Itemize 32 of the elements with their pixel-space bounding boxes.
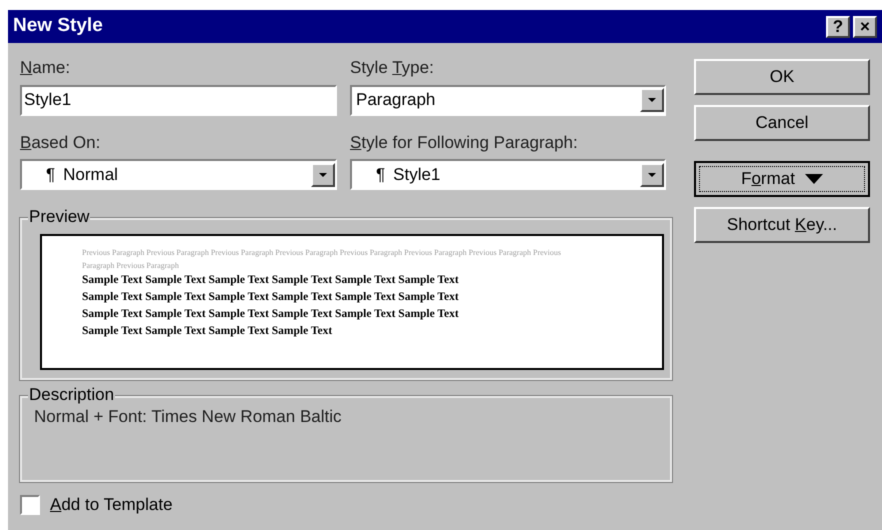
checkbox[interactable] [20, 494, 40, 515]
name-input-field[interactable]: Style1 [20, 84, 337, 116]
caret-icon [647, 172, 657, 178]
add-to-template-checkbox[interactable]: Add to Template [20, 492, 672, 518]
field-label: Style Type: [350, 57, 435, 79]
dropdown-button[interactable] [311, 162, 335, 186]
window-title: New Style [13, 14, 104, 38]
sample-text: Sample Text Sample Text Sample Text Sample Text Sample Text Sample Text Sample Text Sample Text Sample Text Sample Text Sample Text Sample Text Sample Text Sample Text Sample Text Sample Text Sample Text Sample Text Sample Text Sample Text Sample Text Sample Text [82, 273, 460, 339]
dialog-button[interactable]: Format [694, 161, 870, 197]
close-button[interactable]: × [853, 16, 877, 38]
caret-icon [318, 172, 328, 178]
help-button[interactable]: ? [826, 16, 850, 38]
field-value: ¶ Normal [45, 164, 119, 186]
description-text: Normal + Font: Times New Roman Baltic [34, 406, 343, 428]
previous-paragraph-text: Previous Paragraph Previous Paragraph Previous Paragraph Previous Paragraph Previous Paragraph Previous Paragraph Previous Paragraph Previous Paragraph Previous Paragraph [82, 247, 562, 272]
caret-icon [647, 97, 657, 103]
dropdown-button[interactable] [640, 162, 664, 186]
dropdown-field[interactable]: Paragraph [350, 84, 666, 116]
field-value: Paragraph [356, 89, 436, 112]
dropdown-field[interactable]: ¶ Normal [20, 159, 337, 190]
field-label: Style for Following Paragraph: [350, 132, 579, 154]
dropdown-field[interactable]: ¶ Style1 [350, 159, 666, 190]
caret-icon [804, 174, 823, 184]
field-label: Based On: [20, 132, 102, 154]
field-value: ¶ Style1 [375, 164, 442, 186]
dialog-button[interactable]: Shortcut Key... [694, 207, 870, 243]
dialog-button[interactable]: Cancel [694, 105, 870, 141]
checkbox-label: Add to Template [50, 494, 173, 516]
field-label: Name: [20, 57, 72, 79]
dropdown-button[interactable] [640, 88, 664, 112]
dialog-button[interactable]: OK [694, 59, 870, 95]
group-title: Description [28, 385, 116, 405]
